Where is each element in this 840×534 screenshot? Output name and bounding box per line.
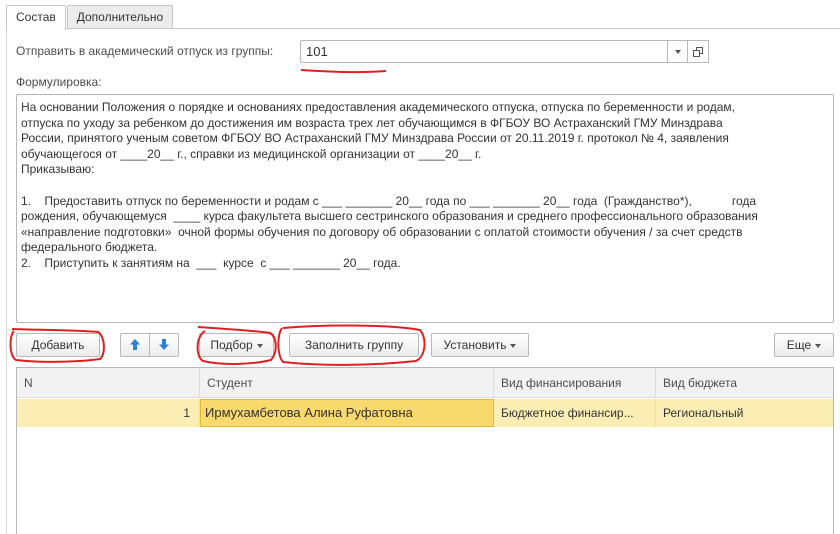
chevron-down-icon — [815, 343, 822, 348]
column-header-budget[interactable]: Вид бюджета — [656, 368, 833, 398]
table-header: N Студент Вид финансирования Вид бюджета — [17, 368, 833, 398]
fill-group-button[interactable]: Заполнить группу — [289, 333, 419, 357]
formulation-textarea[interactable]: На основании Положения о порядке и основ… — [16, 94, 834, 323]
cell-n[interactable]: 1 — [17, 399, 200, 427]
add-button[interactable]: Добавить — [16, 333, 100, 357]
open-form-icon[interactable] — [688, 40, 709, 63]
chevron-down-icon — [510, 343, 517, 348]
tab-additional[interactable]: Дополнительно — [66, 5, 174, 29]
column-header-financing[interactable]: Вид финансирования — [494, 368, 656, 398]
students-table: N Студент Вид финансирования Вид бюджета… — [16, 367, 834, 534]
cell-financing[interactable]: Бюджетное финансир... — [494, 399, 656, 427]
arrow-up-icon — [130, 339, 140, 350]
cell-budget[interactable]: Региональный — [656, 399, 833, 427]
chevron-down-icon — [256, 343, 263, 348]
group-field-label: Отправить в академический отпуск из груп… — [16, 44, 274, 58]
move-up-button[interactable] — [120, 333, 150, 357]
select-button-label: Подбор — [210, 338, 253, 352]
set-button[interactable]: Установить — [431, 333, 529, 357]
more-button-label: Еще — [786, 338, 812, 352]
group-input[interactable]: 101 — [300, 40, 668, 63]
select-button[interactable]: Подбор — [199, 333, 274, 357]
tab-composition[interactable]: Состав — [6, 5, 66, 30]
arrow-down-icon — [159, 339, 169, 350]
column-header-student[interactable]: Студент — [200, 368, 494, 398]
set-button-label: Установить — [443, 338, 507, 352]
move-down-button[interactable] — [149, 333, 179, 357]
tab-bar: Состав Дополнительно — [6, 5, 174, 30]
more-button[interactable]: Еще — [774, 333, 834, 357]
panel-border — [6, 28, 7, 534]
formulation-label: Формулировка: — [16, 75, 102, 89]
cell-student[interactable]: Ирмухамбетова Алина Руфатовна — [200, 399, 494, 427]
table-row[interactable]: 1 Ирмухамбетова Алина Руфатовна Бюджетно… — [17, 399, 833, 427]
underline-mark — [300, 69, 387, 74]
column-header-n[interactable]: N — [17, 368, 200, 398]
chevron-down-icon[interactable] — [667, 40, 688, 63]
tab-divider — [6, 28, 840, 29]
